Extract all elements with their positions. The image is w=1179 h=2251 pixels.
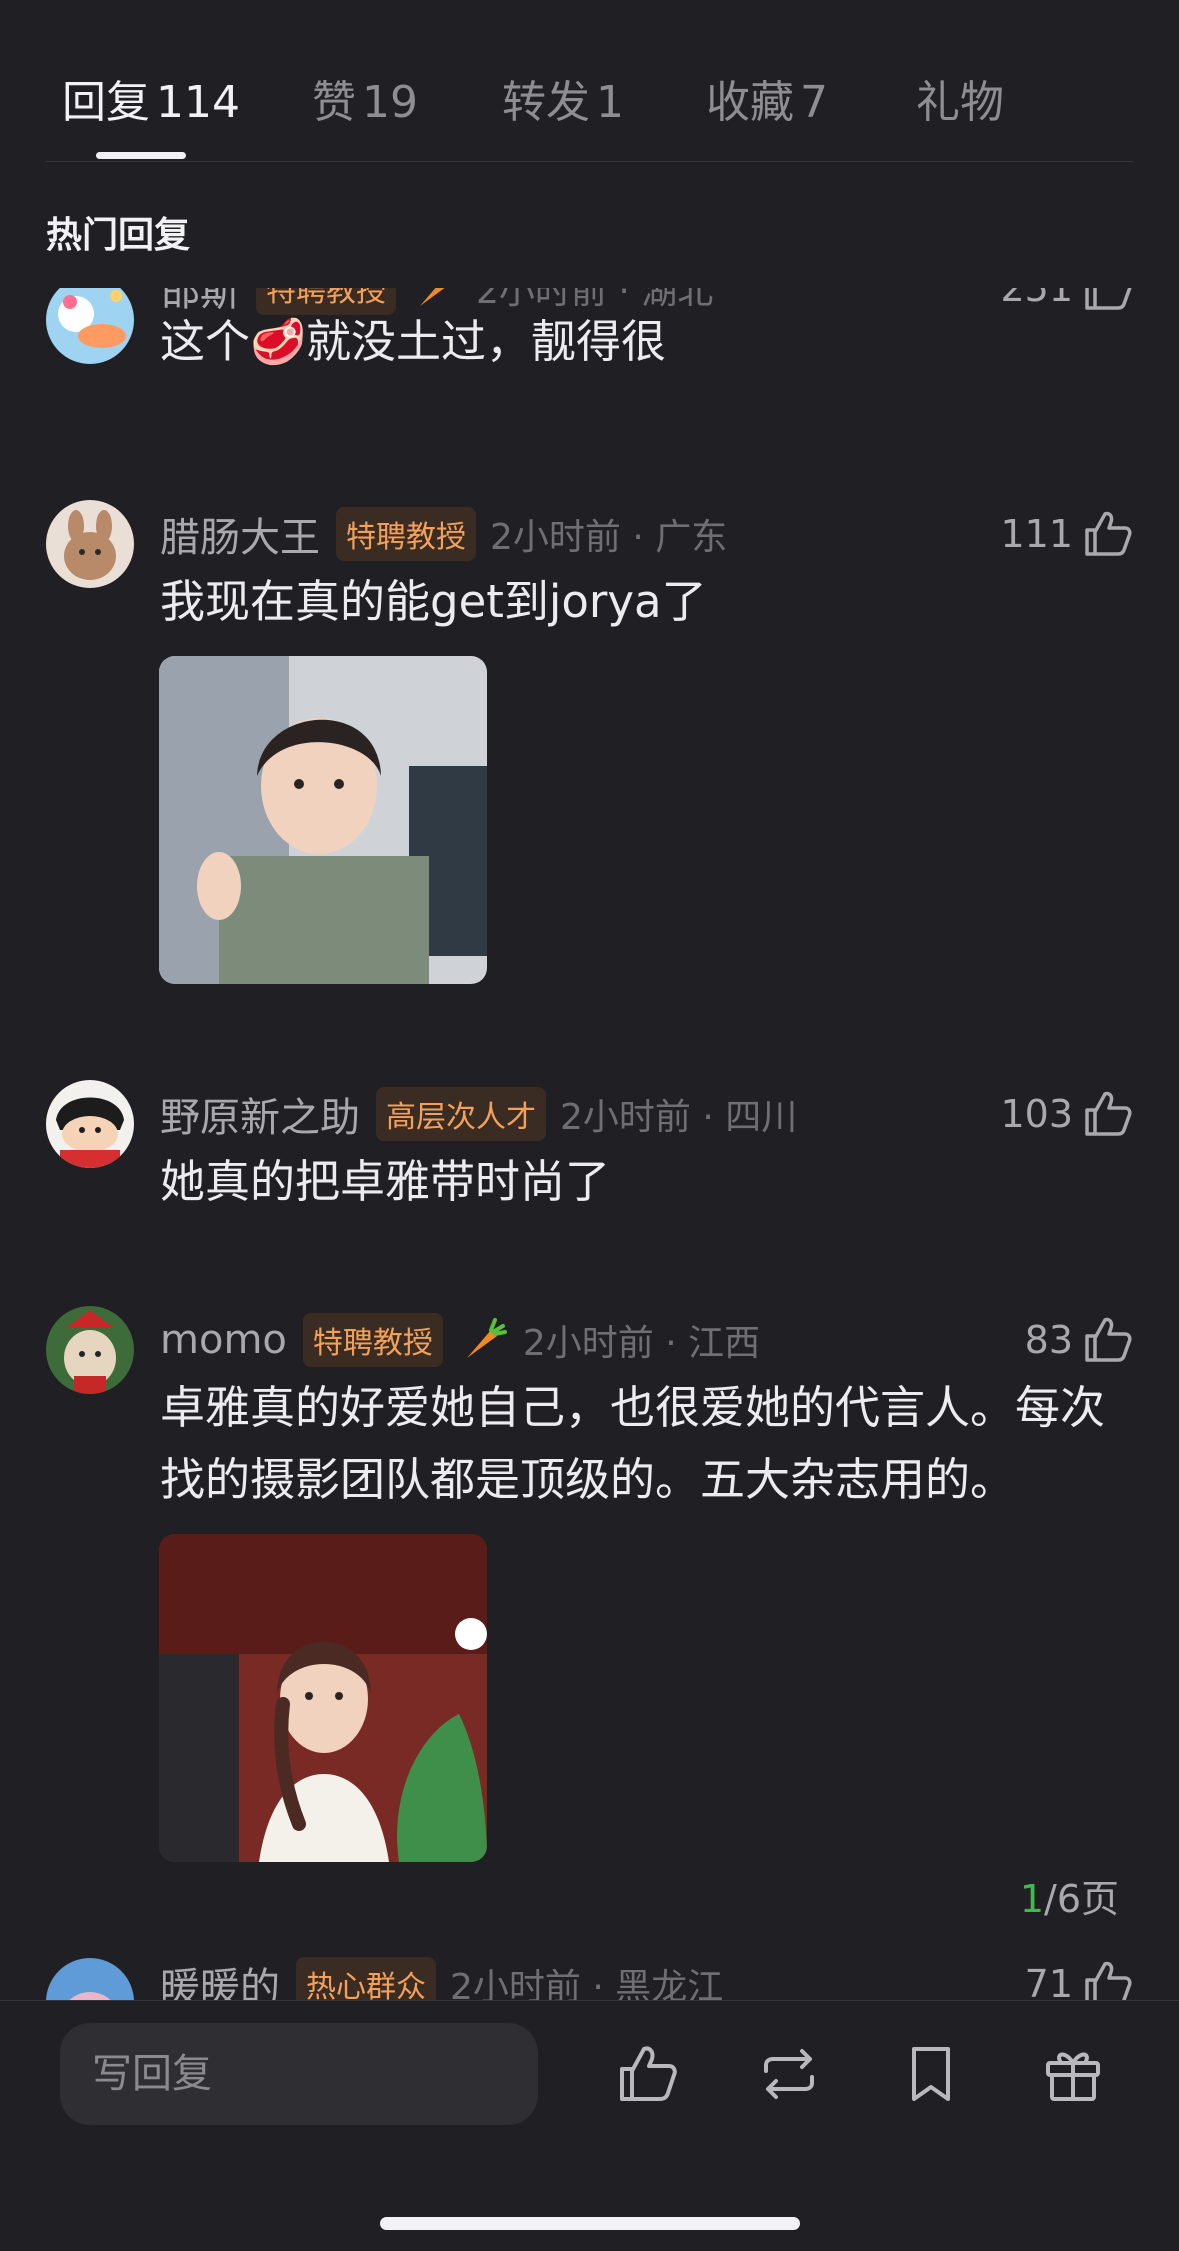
like-button[interactable]: 71: [1025, 1954, 1133, 2000]
page-current: 1: [1019, 1877, 1045, 1921]
repost-icon[interactable]: [756, 2041, 822, 2107]
tab-reposts[interactable]: 转发 1: [502, 66, 624, 130]
user-badge[interactable]: 特聘教授: [336, 507, 476, 561]
home-indicator[interactable]: [380, 2217, 800, 2230]
tab-replies[interactable]: 回复 114: [62, 66, 240, 130]
like-button[interactable]: 103: [1000, 1084, 1133, 1144]
tab-likes-label: 赞: [312, 77, 356, 128]
page-total: /6页: [1044, 1877, 1119, 1921]
like-button[interactable]: 111: [1000, 504, 1133, 564]
username[interactable]: 暖暖的: [160, 1955, 280, 2000]
like-count: 111: [1000, 512, 1073, 556]
bookmark-icon[interactable]: [898, 2041, 964, 2107]
tab-favorites-count: 7: [800, 77, 828, 128]
like-icon[interactable]: [614, 2041, 680, 2107]
tab-reposts-count: 1: [596, 77, 624, 128]
comment-meta: 腊肠大王 特聘教授 2小时前 · 广东: [160, 504, 727, 564]
username[interactable]: 野原新之助: [160, 1085, 360, 1143]
gift-icon[interactable]: [1040, 2041, 1106, 2107]
time-location: 2小时前 · 江西: [522, 1323, 761, 1364]
tab-gifts[interactable]: 礼物: [916, 66, 1004, 130]
bottom-action-bar: 写回复: [0, 2000, 1179, 2251]
avatar[interactable]: [46, 288, 134, 364]
comment-item: momo 特聘教授 2小时前 · 江西 83 卓雅真的好爱她自己，也很爱她的代言…: [0, 1306, 1179, 1886]
comment-meta: 暖暖的 热心群众 2小时前 · 黑龙江: [160, 1954, 723, 2000]
tab-reposts-label: 转发: [502, 77, 590, 128]
comment-meta: 野原新之助 高层次人才 2小时前 · 四川: [160, 1084, 797, 1144]
comment-item: 腊肠大王 特聘教授 2小时前 · 广东 111 我现在真的能get到jorya了: [0, 500, 1179, 1000]
section-title: 热门回复: [46, 215, 191, 256]
username[interactable]: momo: [160, 1317, 287, 1363]
comment-text: 这个🥩就没土过，靓得很: [160, 315, 667, 368]
like-count: 71: [1024, 1962, 1073, 2000]
comment-image[interactable]: [159, 1534, 487, 1862]
comment-text: 我现在真的能get到jorya了: [160, 575, 707, 628]
tab-likes[interactable]: 赞 19: [312, 66, 418, 130]
time-location: 2小时前 · 四川: [560, 1097, 798, 1138]
avatar[interactable]: [46, 1080, 134, 1168]
tab-likes-count: 19: [362, 77, 418, 128]
time-location: 2小时前 · 广东: [490, 517, 728, 558]
user-badge[interactable]: 高层次人才: [376, 1087, 546, 1141]
tab-replies-label: 回复: [62, 77, 150, 128]
tab-replies-count: 114: [156, 77, 240, 128]
reply-input[interactable]: 写回复: [60, 2023, 538, 2125]
comment-text: 她真的把卓雅带时尚了: [160, 1155, 611, 1208]
comment-image[interactable]: [159, 656, 487, 984]
time-location: 2小时前 · 黑龙江: [450, 1967, 724, 2000]
avatar[interactable]: [46, 1306, 134, 1394]
tab-favorites[interactable]: 收藏 7: [706, 66, 828, 130]
user-badge[interactable]: 特聘教授: [302, 1313, 443, 1367]
tab-favorites-label: 收藏: [706, 77, 794, 128]
thumbs-up-icon: [1085, 1961, 1132, 2000]
thumbs-up-icon: [1085, 1091, 1132, 1136]
comment-list[interactable]: 邯斯 特聘教授 2小时前 · 湖北 251 这个🥩就没土过，靓得很 腊肠大王 特…: [0, 288, 1179, 2000]
tabs-divider: [46, 161, 1133, 162]
like-count: 103: [1000, 1092, 1073, 1136]
page-indicator[interactable]: 1/6页: [1020, 1868, 1119, 1923]
comment-item: 野原新之助 高层次人才 2小时前 · 四川 103 她真的把卓雅带时尚了: [0, 1080, 1179, 1240]
user-badge[interactable]: 热心群众: [296, 1957, 436, 2000]
like-button[interactable]: 83: [1025, 1310, 1133, 1370]
avatar[interactable]: [46, 1958, 134, 2000]
tab-bar: 回复 114 赞 19 转发 1 收藏 7 礼物: [0, 0, 1179, 162]
thumbs-up-icon: [1085, 1317, 1132, 1362]
comment-item: 暖暖的 热心群众 2小时前 · 黑龙江 71: [0, 1957, 1179, 2000]
comment-meta: momo 特聘教授 2小时前 · 江西: [160, 1310, 760, 1370]
active-tab-indicator: [96, 152, 186, 159]
comment-item: 邯斯 特聘教授 2小时前 · 湖北 251 这个🥩就没土过，靓得很: [0, 288, 1179, 458]
comment-text: 卓雅真的好爱她自己，也很爱她的代言人。每次找的摄影团队都是顶级的。五大杂志用的。: [160, 1381, 1106, 1506]
thumbs-up-icon: [1085, 511, 1132, 556]
username[interactable]: 腊肠大王: [160, 505, 320, 563]
avatar[interactable]: [46, 500, 134, 588]
carrot-icon: [466, 1318, 507, 1358]
like-count: 83: [1024, 1318, 1073, 1362]
tab-gifts-label: 礼物: [916, 77, 1004, 128]
